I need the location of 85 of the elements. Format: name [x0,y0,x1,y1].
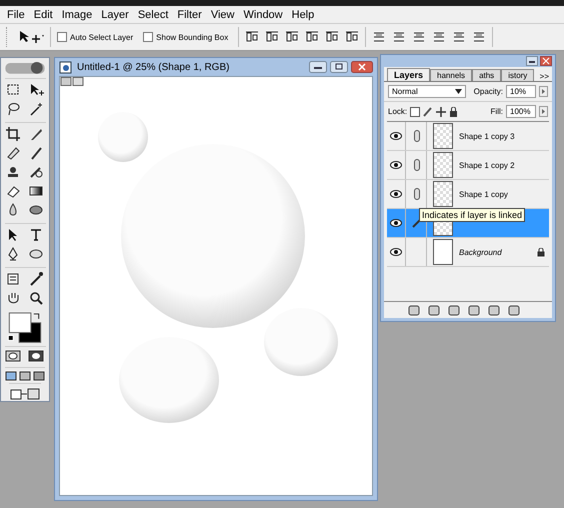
blend-mode-dropdown[interactable]: Normal [388,85,466,98]
layer-name: Shape 1 copy 3 [459,132,516,140]
lock-transparency-icon[interactable] [410,106,420,116]
lock-all-icon[interactable] [449,106,458,116]
layer-name: Shape 1 copy [459,190,509,198]
layer-row[interactable]: Shape 1 copy 3 [387,122,549,151]
checkbox-label: Auto Select Layer [70,32,134,42]
menu-item[interactable]: View [208,8,240,21]
checkbox[interactable] [143,32,154,42]
document-icon [59,60,73,74]
menu-item[interactable]: Edit [30,8,59,21]
align-horizontal-center-icon[interactable] [325,31,340,43]
align-vertical-center-icon[interactable] [265,31,280,43]
fill-field[interactable]: 100% [506,105,536,118]
layer-thumbnail [433,123,453,149]
menu-item[interactable]: Layer [98,8,135,21]
opacity-label: Opacity: [474,87,503,96]
slider-arrow-icon[interactable] [539,86,548,97]
distribute-top-icon[interactable] [372,31,386,43]
menu-item[interactable]: File [4,8,31,21]
lock-move-icon[interactable] [436,106,446,116]
ruler-toggle-icon [60,77,84,86]
layer-row[interactable]: Shape 1 copy 2 [387,151,549,180]
menu-item[interactable]: Image [58,8,98,21]
eye-icon[interactable] [390,132,402,140]
link-icon[interactable] [414,188,420,200]
opacity-field[interactable]: 10% [506,85,536,98]
menu-item[interactable]: Window [240,8,289,21]
panel-menu-button[interactable]: >> [536,72,552,81]
eyedropper-icon[interactable] [28,270,44,287]
dropdown-caret-icon[interactable] [455,89,462,94]
eye-icon[interactable] [390,219,402,227]
minimize-icon[interactable] [309,61,327,73]
distribute-center-icon[interactable] [392,31,406,43]
layer-thumbnail [433,152,453,178]
distribute-bottom-icon[interactable] [412,31,426,43]
color-swatches-icon[interactable] [7,310,43,344]
panel-tab[interactable]: istory [501,69,534,81]
distribute-right-icon[interactable] [472,31,486,43]
tooltip: Indicates if layer is linked [419,208,526,222]
align-bottom-icon[interactable] [285,31,300,43]
layer-thumbnail [433,181,453,207]
window-title: Untitled-1 @ 25% (Shape 1, RGB) [77,62,230,72]
slider-arrow-icon[interactable] [539,106,548,117]
zoom-icon[interactable] [28,290,44,306]
quick-mask-icon[interactable] [28,350,44,362]
checkbox-label: Show Bounding Box [156,32,228,42]
healing-brush-icon[interactable] [4,144,20,161]
layer-name: Background [459,248,503,256]
notes-icon[interactable] [4,270,20,287]
menu-item[interactable]: Help [288,8,320,21]
standard-mode-icon[interactable] [4,350,20,362]
panel-tab[interactable]: hannels [430,69,472,81]
layer-thumbnail [433,239,453,265]
fill-label: Fill: [490,107,503,116]
feather-logo-icon[interactable] [3,60,47,76]
panel-tab[interactable]: aths [472,69,502,81]
eye-icon[interactable] [390,190,402,198]
close-icon[interactable] [351,61,373,73]
link-icon[interactable] [414,130,420,142]
jump-to-imageready-icon[interactable] [9,387,41,401]
menu-item[interactable]: Filter [174,8,208,21]
menu-item[interactable]: Select [134,8,174,21]
align-top-icon[interactable] [245,31,260,43]
panel-tab[interactable]: Layers [387,68,430,81]
minimize-icon[interactable] [526,56,538,66]
layer-row[interactable]: Background [387,238,549,267]
eye-icon[interactable] [390,248,402,256]
align-left-icon[interactable] [305,31,320,43]
crop-icon[interactable] [4,126,20,142]
close-icon[interactable] [540,56,552,66]
lock-paint-icon[interactable] [423,106,434,116]
distribute-left-icon[interactable] [432,31,446,43]
full-screen-menu-icon[interactable] [19,371,31,381]
layer-name: Shape 1 copy 2 [459,160,516,170]
align-right-icon[interactable] [345,31,360,43]
screen-mode-icon[interactable] [5,371,17,381]
checkbox[interactable] [57,32,67,42]
distribute-middle-icon[interactable] [452,31,466,43]
lock-label: Lock: [388,107,408,116]
full-screen-icon[interactable] [33,371,45,381]
magic-wand-icon[interactable] [28,100,44,117]
link-icon[interactable] [414,159,420,171]
eye-icon[interactable] [390,161,402,169]
maximize-icon[interactable] [330,61,348,73]
